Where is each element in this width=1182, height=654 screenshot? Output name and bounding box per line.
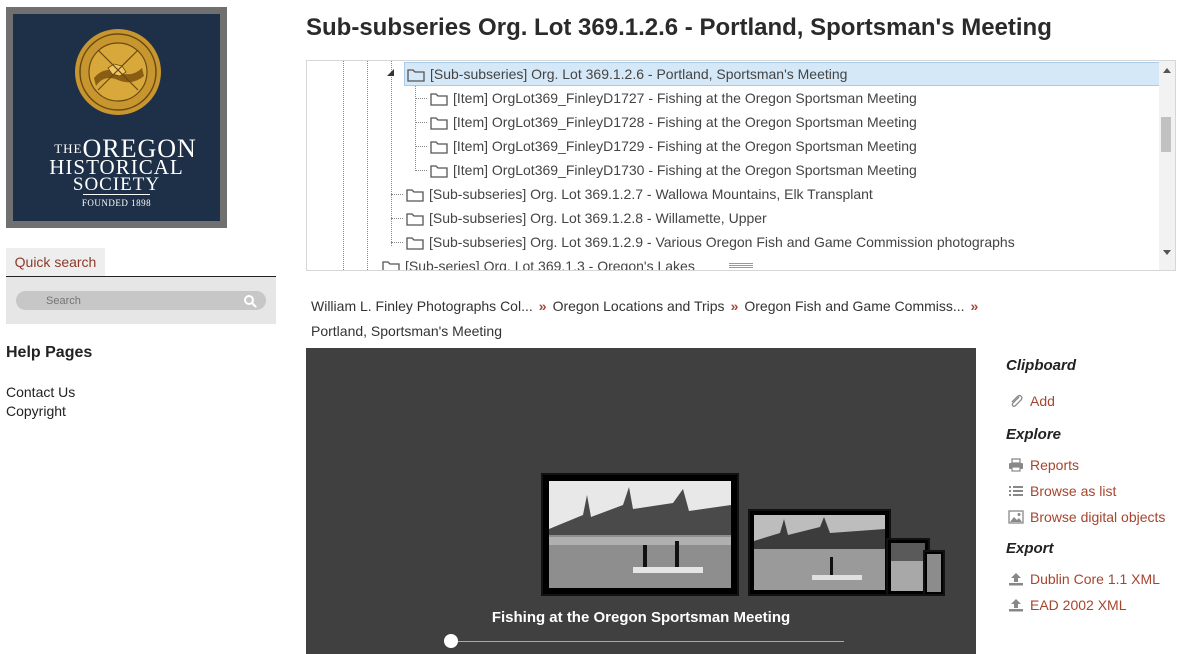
tree-connector [415, 98, 427, 99]
logo-divider [83, 194, 150, 195]
browse-digital-objects-label: Browse digital objects [1030, 509, 1166, 525]
folder-icon [430, 165, 448, 178]
tree-connector [391, 242, 403, 243]
folder-icon [407, 69, 425, 82]
tree-connector [415, 170, 427, 171]
contact-us-link[interactable]: Contact Us [6, 384, 75, 400]
upload-icon [1009, 573, 1023, 586]
folder-icon [430, 117, 448, 130]
carousel-slider-track[interactable] [450, 641, 844, 642]
tree-item-label: [Item] OrgLot369_FinleyD1730 - Fishing a… [453, 162, 917, 178]
reports-label: Reports [1030, 457, 1080, 473]
browse-digital-objects-link[interactable]: Browse digital objects [1008, 509, 1165, 525]
help-pages-heading: Help Pages [6, 344, 93, 361]
folder-icon [406, 213, 424, 226]
logo-the: THE [54, 141, 83, 156]
tree-item[interactable]: [Sub-subseries] Org. Lot 369.1.2.9 - Var… [406, 230, 1015, 254]
scroll-down-arrow-icon[interactable] [1163, 250, 1171, 255]
breadcrumb-item[interactable]: Oregon Fish and Game Commiss... [744, 298, 964, 314]
photo-thumb [927, 554, 941, 592]
tree-item-label: [Sub-subseries] Org. Lot 369.1.2.9 - Var… [429, 234, 1015, 250]
printer-icon [1009, 458, 1023, 472]
export-heading: Export [1006, 540, 1054, 557]
upload-icon [1009, 599, 1023, 612]
dublin-core-export-label: Dublin Core 1.1 XML [1030, 571, 1160, 587]
copyright-link[interactable]: Copyright [6, 403, 66, 419]
breadcrumb-separator-icon: » [970, 298, 979, 314]
ead-export-label: EAD 2002 XML [1030, 597, 1127, 613]
tree-guide-line [415, 83, 416, 171]
tree-item-selected[interactable]: [Sub-subseries] Org. Lot 369.1.2.6 - Por… [404, 62, 1160, 86]
tree-guide-line [343, 61, 344, 270]
carousel-image-4[interactable] [923, 550, 945, 596]
digital-object-carousel[interactable]: Fishing at the Oregon Sportsman Meeting [306, 348, 976, 654]
browse-as-list-link[interactable]: Browse as list [1008, 483, 1116, 499]
photo-lake-scene [754, 515, 885, 590]
tree-item-label: [Sub-subseries] Org. Lot 369.1.2.8 - Wil… [429, 210, 767, 226]
search-input[interactable] [16, 291, 266, 310]
peace-friendship-seal-icon [75, 29, 161, 115]
image-icon [1008, 510, 1024, 524]
breadcrumb: William L. Finley Photographs Col... » Ore… [311, 294, 1011, 344]
tree-guide-line [367, 61, 368, 270]
tree-connector [391, 218, 403, 219]
search-icon[interactable] [243, 294, 257, 308]
list-icon [1009, 486, 1023, 496]
logo-panel: THEOREGON HISTORICAL SOCIETY FOUNDED 189… [13, 14, 220, 221]
tree-connector [391, 194, 403, 195]
folder-icon [406, 189, 424, 202]
page-title: Sub-subseries Org. Lot 369.1.2.6 - Portl… [306, 14, 1052, 41]
photo-fishing-scene [549, 481, 731, 588]
breadcrumb-current: Portland, Sportsman's Meeting [311, 323, 502, 339]
tree-item[interactable]: [Item] OrgLot369_FinleyD1728 - Fishing a… [430, 110, 917, 134]
quick-search-tab[interactable]: Quick search [6, 248, 105, 276]
tree-item[interactable]: [Item] OrgLot369_FinleyD1727 - Fishing a… [430, 86, 917, 110]
tree-item-label: [Sub-subseries] Org. Lot 369.1.2.6 - Por… [430, 66, 848, 82]
tree-scrollbar[interactable] [1159, 61, 1175, 270]
folder-icon [382, 261, 400, 270]
breadcrumb-item[interactable]: William L. Finley Photographs Col... [311, 298, 533, 314]
site-logo[interactable]: THEOREGON HISTORICAL SOCIETY FOUNDED 189… [6, 7, 227, 228]
folder-icon [406, 237, 424, 250]
tree-expander-icon[interactable] [386, 68, 395, 77]
tree-item-label: [Item] OrgLot369_FinleyD1729 - Fishing a… [453, 138, 917, 154]
tree-item[interactable]: [Sub-subseries] Org. Lot 369.1.2.7 - Wal… [406, 182, 873, 206]
clipboard-add-label: Add [1030, 393, 1055, 409]
folder-icon [430, 93, 448, 106]
tree-item-label: [Sub-series] Org. Lot 369.1.3 - Oregon's… [405, 258, 695, 271]
tree-item[interactable]: [Item] OrgLot369_FinleyD1729 - Fishing a… [430, 134, 917, 158]
scrollbar-thumb[interactable] [1161, 117, 1171, 152]
tree-item-label: [Item] OrgLot369_FinleyD1727 - Fishing a… [453, 90, 917, 106]
carousel-slider-handle[interactable] [444, 634, 458, 648]
scroll-up-arrow-icon[interactable] [1163, 68, 1171, 73]
tree-item[interactable]: [Sub-subseries] Org. Lot 369.1.2.8 - Wil… [406, 206, 767, 230]
carousel-image-main[interactable] [541, 473, 739, 596]
breadcrumb-separator-icon: » [730, 298, 739, 314]
hierarchy-treeview[interactable]: [Sub-subseries] Org. Lot 369.1.2.6 - Por… [306, 60, 1176, 271]
tree-item[interactable]: [Sub-series] Org. Lot 369.1.3 - Oregon's… [382, 254, 695, 271]
tree-item-label: [Item] OrgLot369_FinleyD1728 - Fishing a… [453, 114, 917, 130]
browse-as-list-label: Browse as list [1030, 483, 1117, 499]
resize-grip-icon[interactable] [729, 263, 753, 268]
carousel-image-2[interactable] [748, 509, 891, 596]
carousel-caption: Fishing at the Oregon Sportsman Meeting [491, 609, 791, 626]
tree-connector [415, 146, 427, 147]
clipboard-heading: Clipboard [1006, 357, 1076, 374]
dublin-core-export-link[interactable]: Dublin Core 1.1 XML [1008, 571, 1160, 587]
clipboard-add-button[interactable]: Add [1008, 393, 1055, 409]
reports-link[interactable]: Reports [1008, 457, 1079, 473]
breadcrumb-separator-icon: » [538, 298, 547, 314]
explore-heading: Explore [1006, 426, 1062, 443]
breadcrumb-item[interactable]: Oregon Locations and Trips [553, 298, 725, 314]
folder-icon [430, 141, 448, 154]
tree-item[interactable]: [Item] OrgLot369_FinleyD1730 - Fishing a… [430, 158, 917, 182]
ead-export-link[interactable]: EAD 2002 XML [1008, 597, 1127, 613]
logo-society: SOCIETY [72, 174, 161, 195]
logo-founded: FOUNDED 1898 [81, 198, 152, 208]
tree-item-label: [Sub-subseries] Org. Lot 369.1.2.7 - Wal… [429, 186, 873, 202]
tree-connector [415, 122, 427, 123]
paperclip-icon [1011, 394, 1023, 407]
photo-thumb [891, 543, 925, 591]
